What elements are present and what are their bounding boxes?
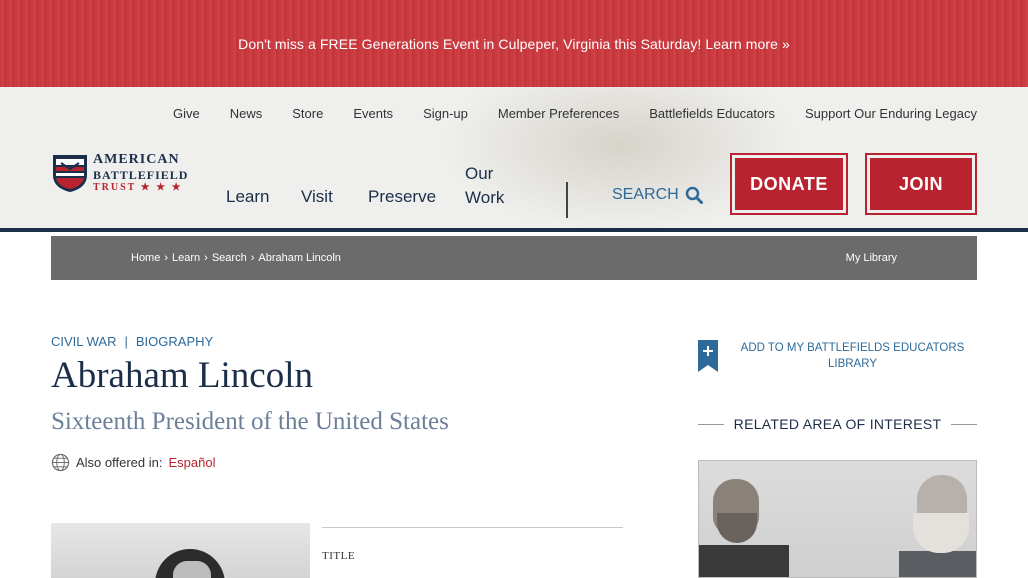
logo-line-american: AMERICAN: [93, 152, 180, 167]
breadcrumb-bar: Home › Learn › Search › Abraham Lincoln …: [51, 236, 977, 280]
language-offer: Also offered in: Español: [51, 453, 215, 472]
breadcrumb-separator: ›: [204, 252, 208, 264]
utility-link-member-preferences[interactable]: Member Preferences: [498, 106, 619, 121]
utility-link-support-legacy[interactable]: Support Our Enduring Legacy: [805, 106, 977, 121]
nav-divider: [566, 182, 568, 218]
utility-link-battlefields-educators[interactable]: Battlefields Educators: [649, 106, 775, 121]
page-subtitle: Sixteenth President of the United States: [51, 408, 449, 435]
heading-rule-left: [698, 423, 724, 425]
logo-line-battlefield: BATTLEFIELD: [93, 168, 189, 182]
meta-title-label: TITLE: [322, 550, 356, 562]
utility-link-give[interactable]: Give: [173, 106, 200, 121]
promo-link[interactable]: Don't miss a FREE Generations Event in C…: [238, 36, 790, 52]
breadcrumb: Home › Learn › Search › Abraham Lincoln: [131, 252, 341, 264]
category-biography[interactable]: BIOGRAPHY: [136, 334, 213, 349]
breadcrumb-separator: ›: [164, 252, 169, 264]
add-to-library-label: ADD TO MY BATTLEFIELDS EDUCATORS LIBRARY: [740, 342, 965, 370]
meta-divider: [322, 527, 623, 528]
related-heading: RELATED AREA OF INTEREST: [698, 416, 977, 432]
spanish-version-link[interactable]: Español: [168, 455, 215, 470]
header-bottom-rule: [0, 228, 1028, 232]
add-to-library-button[interactable]: ADD TO MY BATTLEFIELDS EDUCATORS LIBRARY: [698, 340, 977, 372]
breadcrumb-separator: ›: [250, 252, 255, 264]
utility-link-signup[interactable]: Sign-up: [423, 106, 468, 121]
nav-learn[interactable]: Learn: [226, 187, 269, 207]
search-icon: [685, 186, 703, 204]
also-offered-label: Also offered in:: [76, 455, 163, 470]
search-label: SEARCH: [612, 186, 679, 203]
my-library-link[interactable]: My Library: [846, 252, 897, 264]
globe-icon: [51, 453, 70, 472]
search-button[interactable]: SEARCH: [612, 186, 703, 204]
nav-our-work[interactable]: Our Work: [465, 162, 515, 210]
utility-nav: Give News Store Events Sign-up Member Pr…: [173, 106, 977, 121]
nav-preserve[interactable]: Preserve: [368, 187, 436, 207]
promo-banner: Don't miss a FREE Generations Event in C…: [0, 0, 1028, 87]
breadcrumb-home[interactable]: Home: [131, 252, 160, 264]
nav-visit[interactable]: Visit: [301, 187, 333, 207]
lincoln-portrait-image: [51, 523, 310, 578]
bookmark-add-icon: [698, 340, 718, 372]
utility-link-store[interactable]: Store: [292, 106, 323, 121]
utility-link-events[interactable]: Events: [353, 106, 393, 121]
breadcrumb-learn[interactable]: Learn: [172, 252, 200, 264]
utility-link-news[interactable]: News: [230, 106, 263, 121]
category-civil-war[interactable]: CIVIL WAR: [51, 334, 117, 349]
article-categories: CIVIL WAR | BIOGRAPHY: [51, 334, 213, 349]
join-button[interactable]: JOIN: [865, 153, 977, 215]
heading-rule-right: [951, 423, 977, 425]
category-separator: |: [124, 334, 128, 349]
site-header: Give News Store Events Sign-up Member Pr…: [0, 87, 1028, 232]
site-logo[interactable]: AMERICAN BATTLEFIELD TRUST ★ ★ ★: [51, 152, 193, 194]
logo-line-trust: TRUST ★ ★ ★: [93, 182, 183, 193]
related-area-image[interactable]: [698, 460, 977, 578]
donate-button[interactable]: DONATE: [730, 153, 848, 215]
breadcrumb-current: Abraham Lincoln: [258, 252, 341, 264]
shield-logo-icon: [53, 155, 87, 192]
related-heading-label: RELATED AREA OF INTEREST: [733, 416, 942, 432]
breadcrumb-search[interactable]: Search: [212, 252, 247, 264]
page-title: Abraham Lincoln: [51, 355, 313, 396]
